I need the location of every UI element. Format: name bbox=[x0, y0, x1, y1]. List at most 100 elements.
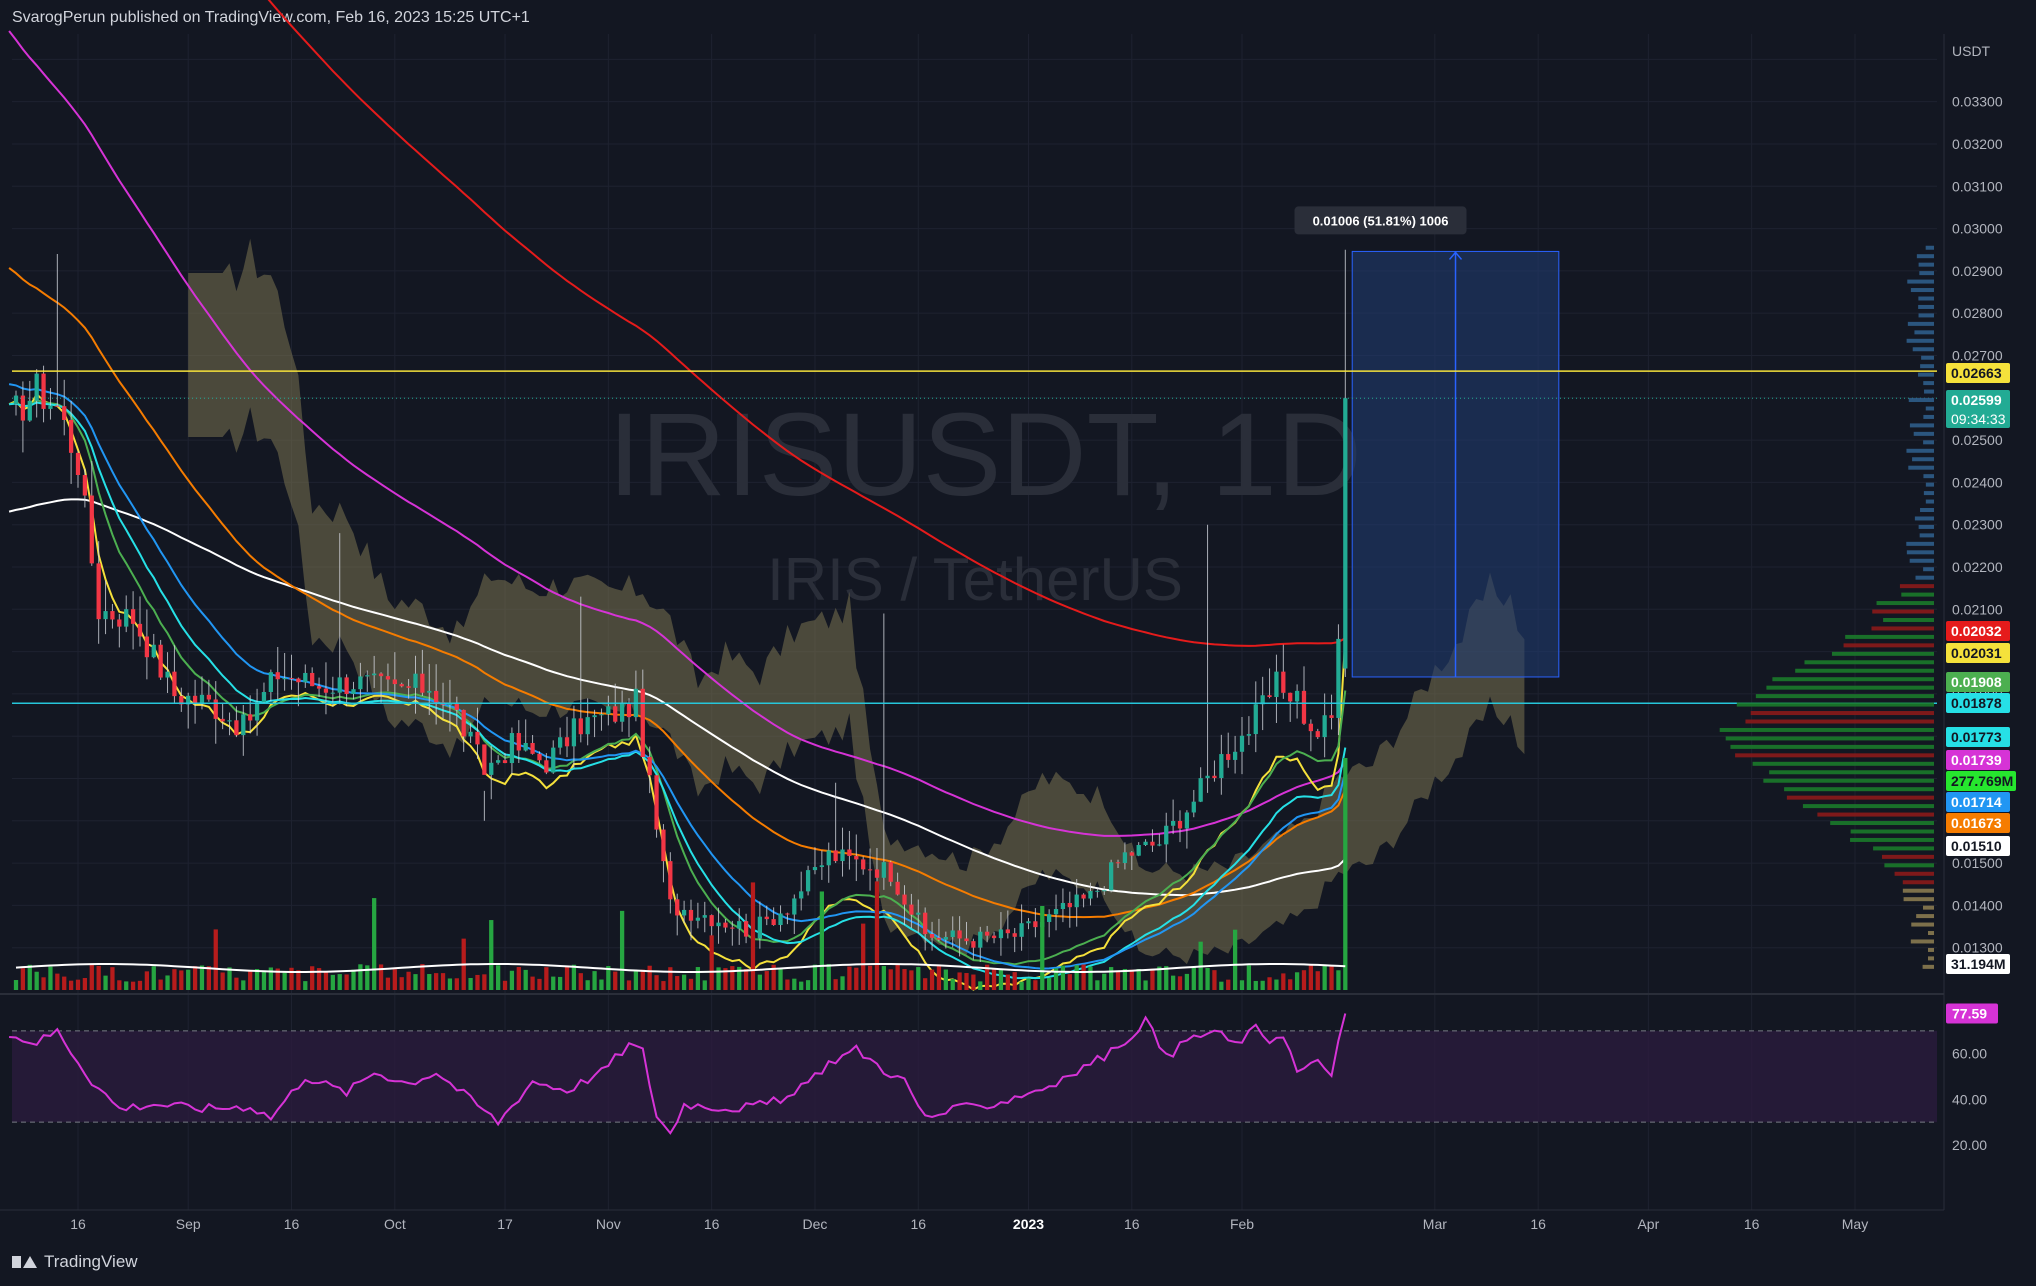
volume-bar bbox=[544, 967, 549, 990]
volume-profile-bar bbox=[1899, 584, 1934, 589]
volume-bar bbox=[434, 973, 439, 990]
candle-body bbox=[971, 941, 976, 948]
candle-body bbox=[950, 930, 955, 938]
candle-body bbox=[764, 916, 769, 920]
candle-body bbox=[1115, 862, 1121, 864]
volume-bar bbox=[199, 965, 205, 990]
candle-body bbox=[468, 731, 473, 737]
price-tick-label: 0.03300 bbox=[1952, 94, 2003, 110]
volume-bar bbox=[399, 977, 404, 990]
volume-profile-bar bbox=[1920, 364, 1934, 369]
candle-body bbox=[358, 676, 363, 690]
candle-body bbox=[1012, 933, 1017, 937]
candle-body bbox=[82, 475, 88, 496]
volume-profile-bar bbox=[1830, 821, 1934, 826]
candle-body bbox=[1074, 894, 1079, 908]
chart-canvas[interactable]: IRISUSDT, 1D IRIS / TetherUS 0.01006 (51.8… bbox=[0, 0, 2036, 1286]
tradingview-logo-icon bbox=[12, 1254, 38, 1270]
candle-body bbox=[585, 717, 590, 735]
volume-bar bbox=[530, 976, 535, 990]
candle-body bbox=[192, 695, 198, 704]
volume-profile-bar bbox=[1752, 761, 1934, 766]
candle-body bbox=[124, 609, 129, 627]
volume-bar bbox=[406, 971, 411, 990]
volume-bar bbox=[1047, 977, 1052, 990]
volume-bar bbox=[496, 965, 501, 990]
volume-bar bbox=[1253, 980, 1258, 990]
volume-profile-bar bbox=[1918, 313, 1934, 318]
volume-bar bbox=[578, 973, 583, 990]
time-tick-label: 16 bbox=[1124, 1216, 1140, 1232]
candle-body bbox=[461, 709, 466, 737]
candle-body bbox=[523, 743, 528, 751]
volume-bar bbox=[1095, 980, 1100, 990]
time-tick-label: 16 bbox=[704, 1216, 720, 1232]
candle-body bbox=[372, 673, 377, 676]
volume-profile-bar bbox=[1923, 414, 1934, 419]
currency-label: USDT bbox=[1952, 43, 1991, 59]
volume-profile-bar bbox=[1719, 727, 1934, 732]
volume-bar bbox=[220, 972, 225, 990]
volume-bar bbox=[1115, 971, 1121, 990]
candle-body bbox=[626, 703, 632, 718]
candle-body bbox=[681, 909, 687, 916]
volume-bar bbox=[1301, 970, 1307, 990]
candle-body bbox=[964, 938, 969, 942]
candle-body bbox=[771, 919, 776, 925]
price-tick-label: 0.03100 bbox=[1952, 178, 2003, 194]
candle-body bbox=[1081, 894, 1086, 899]
volume-bar bbox=[668, 967, 673, 990]
price-label: 0.02599 bbox=[1951, 392, 2002, 408]
candle-body bbox=[1164, 825, 1169, 845]
volume-bar bbox=[1246, 965, 1252, 990]
candle-body bbox=[592, 715, 597, 718]
candle-body bbox=[55, 405, 60, 407]
volume-bar bbox=[812, 964, 818, 990]
volume-bar bbox=[20, 968, 26, 990]
candle-body bbox=[551, 747, 556, 773]
tradingview-logo[interactable]: TradingView bbox=[12, 1252, 138, 1272]
volume-bar bbox=[902, 969, 907, 990]
candle-body bbox=[564, 737, 570, 747]
volume-profile-bar bbox=[1763, 778, 1934, 783]
volume-bar bbox=[1281, 973, 1286, 990]
candle-body bbox=[1047, 914, 1052, 922]
volume-profile-bar bbox=[1910, 288, 1934, 293]
volume-profile-bar bbox=[1918, 296, 1934, 301]
time-tick-label: 16 bbox=[70, 1216, 86, 1232]
volume-bar bbox=[82, 978, 88, 990]
volume-bar bbox=[943, 969, 948, 990]
volume-bar bbox=[34, 971, 39, 990]
volume-bar bbox=[1060, 965, 1066, 990]
price-label: 0.01773 bbox=[1951, 729, 2002, 745]
candle-body bbox=[406, 686, 411, 688]
candle-body bbox=[537, 753, 542, 761]
volume-bar bbox=[826, 964, 831, 990]
volume-profile-bar bbox=[1850, 829, 1934, 834]
volume-bar bbox=[626, 980, 632, 990]
candle-body bbox=[117, 619, 122, 627]
price-label: 0.01510 bbox=[1951, 838, 2002, 854]
volume-bar bbox=[117, 980, 122, 990]
volume-profile-bar bbox=[1921, 355, 1934, 360]
candle-body bbox=[241, 714, 246, 736]
volume-bar bbox=[633, 970, 639, 990]
candle-body bbox=[509, 733, 515, 764]
volume-bar bbox=[413, 974, 418, 990]
candle-body bbox=[998, 929, 1004, 939]
volume-bar bbox=[695, 967, 701, 990]
volume-bar bbox=[1012, 972, 1017, 990]
volume-profile-bar bbox=[1909, 423, 1934, 428]
time-tick-label: 16 bbox=[284, 1216, 300, 1232]
volume-profile-bar bbox=[1907, 321, 1934, 326]
candle-body bbox=[923, 912, 928, 935]
volume-bar bbox=[592, 971, 597, 990]
volume-profile-bar bbox=[1908, 398, 1934, 403]
volume-bar bbox=[502, 980, 508, 990]
candle-body bbox=[723, 922, 728, 928]
volume-bar bbox=[1067, 974, 1072, 990]
volume-profile-bar bbox=[1912, 347, 1934, 352]
volume-bar bbox=[978, 981, 983, 990]
volume-profile-bar bbox=[1925, 245, 1934, 250]
volume-bar bbox=[337, 974, 342, 990]
